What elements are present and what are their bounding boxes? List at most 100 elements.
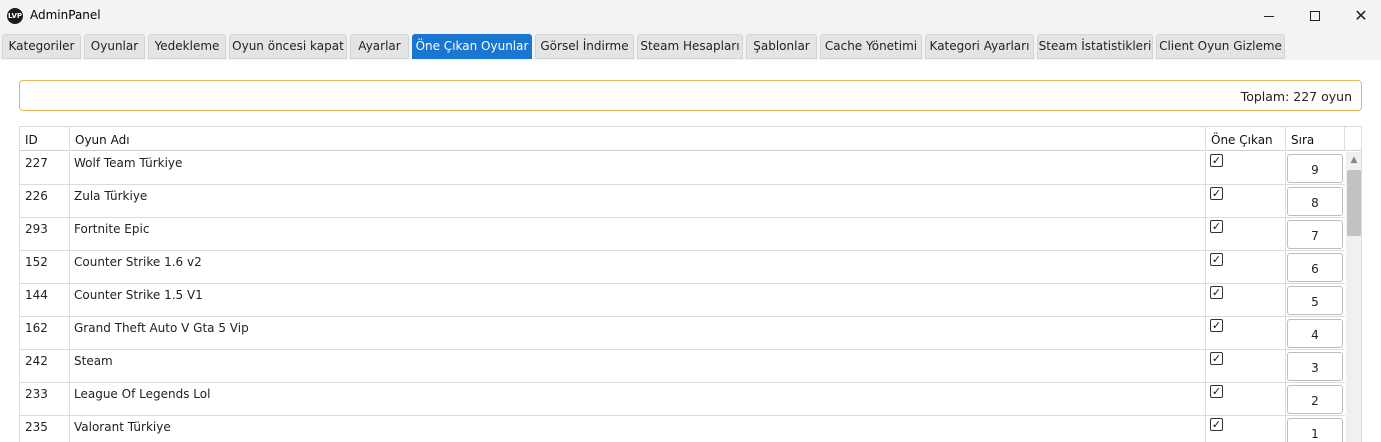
tab-gorsel-indirme[interactable]: Görsel İndirme <box>535 34 634 59</box>
order-input[interactable]: 5 <box>1287 286 1343 315</box>
cell-featured: ✓ <box>1206 317 1286 350</box>
table-row[interactable]: 226 Zula Türkiye ✓ 8 <box>20 185 1345 218</box>
order-input[interactable]: 1 <box>1287 418 1343 442</box>
header-order[interactable]: Sıra <box>1286 127 1345 151</box>
scrollbar-thumb[interactable] <box>1347 170 1361 236</box>
table-header: ID Oyun Adı Öne Çıkan Sıra <box>20 127 1361 151</box>
table-row[interactable]: 227 Wolf Team Türkiye ✓ 9 <box>20 152 1345 185</box>
cell-featured: ✓ <box>1206 350 1286 383</box>
close-button[interactable]: ✕ <box>1338 0 1381 32</box>
featured-checkbox[interactable]: ✓ <box>1210 187 1223 200</box>
cell-id: 235 <box>20 416 70 442</box>
table-row[interactable]: 162 Grand Theft Auto V Gta 5 Vip ✓ 4 <box>20 317 1345 350</box>
cell-featured: ✓ <box>1206 185 1286 218</box>
order-input[interactable]: 2 <box>1287 385 1343 414</box>
scroll-up-icon[interactable]: ▲ <box>1346 152 1361 168</box>
cell-game-name: Fortnite Epic <box>70 218 1206 251</box>
check-icon: ✓ <box>1211 418 1222 431</box>
header-id[interactable]: ID <box>20 127 70 151</box>
cell-id: 144 <box>20 284 70 317</box>
cell-order: 2 <box>1286 383 1345 416</box>
minimize-icon <box>1264 15 1274 17</box>
order-input[interactable]: 9 <box>1287 154 1343 183</box>
featured-checkbox[interactable]: ✓ <box>1210 385 1223 398</box>
featured-checkbox[interactable]: ✓ <box>1210 154 1223 167</box>
table-row[interactable]: 293 Fortnite Epic ✓ 7 <box>20 218 1345 251</box>
order-input[interactable]: 7 <box>1287 220 1343 249</box>
tab-oyunlar[interactable]: Oyunlar <box>84 34 145 59</box>
tab-yedekleme[interactable]: Yedekleme <box>148 34 226 59</box>
check-icon: ✓ <box>1211 220 1222 233</box>
cell-featured: ✓ <box>1206 284 1286 317</box>
tab-steam-hesaplari[interactable]: Steam Hesapları <box>637 34 743 59</box>
featured-checkbox[interactable]: ✓ <box>1210 286 1223 299</box>
cell-game-name: Counter Strike 1.6 v2 <box>70 251 1206 284</box>
cell-game-name: Zula Türkiye <box>70 185 1206 218</box>
tab-kategoriler[interactable]: Kategoriler <box>2 34 81 59</box>
cell-game-name: League Of Legends Lol <box>70 383 1206 416</box>
order-input[interactable]: 3 <box>1287 352 1343 381</box>
table-row[interactable]: 144 Counter Strike 1.5 V1 ✓ 5 <box>20 284 1345 317</box>
window-title: AdminPanel <box>30 8 101 22</box>
tab-client-oyun-gizleme[interactable]: Client Oyun Gizleme <box>1156 34 1285 59</box>
tab-cache-yonetimi[interactable]: Cache Yönetimi <box>820 34 922 59</box>
check-icon: ✓ <box>1211 187 1222 200</box>
app-logo-icon: LVP <box>7 8 23 24</box>
vertical-scrollbar[interactable]: ▲ <box>1346 152 1361 442</box>
title-bar: LVP AdminPanel ✕ <box>0 0 1381 32</box>
order-input[interactable]: 6 <box>1287 253 1343 282</box>
minimize-button[interactable] <box>1246 0 1292 32</box>
cell-id: 233 <box>20 383 70 416</box>
tab-sablonlar[interactable]: Şablonlar <box>746 34 817 59</box>
check-icon: ✓ <box>1211 319 1222 332</box>
cell-id: 242 <box>20 350 70 383</box>
tab-oyun-oncesi-kapat[interactable]: Oyun öncesi kapat <box>229 34 347 59</box>
tab-steam-istatistikleri[interactable]: Steam İstatistikleri <box>1037 34 1153 59</box>
check-icon: ✓ <box>1211 253 1222 266</box>
check-icon: ✓ <box>1211 286 1222 299</box>
tab-bar: Kategoriler Oyunlar Yedekleme Oyun önces… <box>0 32 1381 60</box>
cell-featured: ✓ <box>1206 383 1286 416</box>
header-game-name[interactable]: Oyun Adı <box>70 127 1206 151</box>
cell-id: 293 <box>20 218 70 251</box>
tab-ayarlar[interactable]: Ayarlar <box>350 34 409 59</box>
cell-id: 162 <box>20 317 70 350</box>
cell-featured: ✓ <box>1206 251 1286 284</box>
tab-one-cikan-oyunlar[interactable]: Öne Çıkan Oyunlar <box>412 34 532 59</box>
table-row[interactable]: 235 Valorant Türkiye ✓ 1 <box>20 416 1345 442</box>
order-input[interactable]: 4 <box>1287 319 1343 348</box>
cell-game-name: Wolf Team Türkiye <box>70 152 1206 185</box>
cell-game-name: Counter Strike 1.5 V1 <box>70 284 1206 317</box>
cell-order: 3 <box>1286 350 1345 383</box>
cell-order: 4 <box>1286 317 1345 350</box>
featured-checkbox[interactable]: ✓ <box>1210 319 1223 332</box>
featured-checkbox[interactable]: ✓ <box>1210 418 1223 431</box>
table-row[interactable]: 233 League Of Legends Lol ✓ 2 <box>20 383 1345 416</box>
featured-checkbox[interactable]: ✓ <box>1210 220 1223 233</box>
check-icon: ✓ <box>1211 385 1222 398</box>
close-icon: ✕ <box>1354 6 1368 25</box>
cell-order: 5 <box>1286 284 1345 317</box>
cell-featured: ✓ <box>1206 416 1286 442</box>
table-row[interactable]: 242 Steam ✓ 3 <box>20 350 1345 383</box>
cell-game-name: Steam <box>70 350 1206 383</box>
cell-order: 7 <box>1286 218 1345 251</box>
order-input[interactable]: 8 <box>1287 187 1343 216</box>
featured-checkbox[interactable]: ✓ <box>1210 253 1223 266</box>
cell-order: 8 <box>1286 185 1345 218</box>
cell-id: 227 <box>20 152 70 185</box>
cell-featured: ✓ <box>1206 152 1286 185</box>
featured-games-table: ID Oyun Adı Öne Çıkan Sıra 227 Wolf Team… <box>19 126 1362 442</box>
check-icon: ✓ <box>1211 154 1222 167</box>
cell-order: 9 <box>1286 152 1345 185</box>
cell-id: 226 <box>20 185 70 218</box>
tab-kategori-ayarlari[interactable]: Kategori Ayarları <box>925 34 1034 59</box>
cell-game-name: Valorant Türkiye <box>70 416 1206 442</box>
maximize-button[interactable] <box>1292 0 1338 32</box>
cell-order: 1 <box>1286 416 1345 442</box>
maximize-icon <box>1310 11 1320 21</box>
table-row[interactable]: 152 Counter Strike 1.6 v2 ✓ 6 <box>20 251 1345 284</box>
total-count-label: Toplam: 227 oyun <box>1240 89 1352 104</box>
featured-checkbox[interactable]: ✓ <box>1210 352 1223 365</box>
header-featured[interactable]: Öne Çıkan <box>1206 127 1286 151</box>
